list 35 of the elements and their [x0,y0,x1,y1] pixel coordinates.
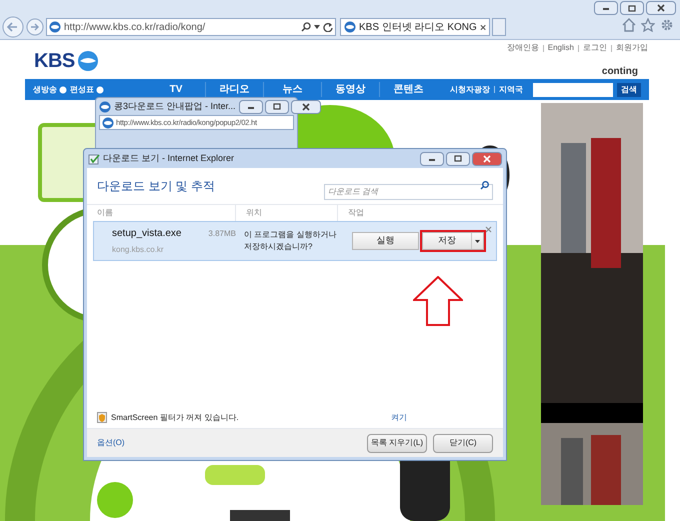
address-text: http://www.kbs.co.kr/radio/kong/ [64,20,206,34]
browser-tab[interactable]: KBS 인터넷 라디오 KONG [340,18,490,36]
caret-icon[interactable] [314,25,320,29]
site-icon [344,21,356,33]
maximize-button[interactable] [620,1,644,15]
globe-icon [76,50,99,72]
nav-link[interactable]: 지역국 [499,84,523,96]
header-link[interactable]: English [548,42,574,54]
nav-link[interactable]: TV [147,82,205,97]
nav-link[interactable]: 콘텐츠 [379,82,437,97]
header-link[interactable]: 장애인용 [506,42,539,54]
close-button[interactable] [646,1,676,15]
close-icon [657,4,665,12]
star-icon[interactable] [641,18,655,32]
maximize-icon [628,4,636,12]
minimize-icon [602,6,610,10]
dot-icon [96,86,104,94]
brand-text: conting [602,65,638,79]
header-link[interactable]: 로그인 [583,42,607,54]
nav-link[interactable]: 편성표 [70,84,94,96]
address-bar[interactable]: http://www.kbs.co.kr/radio/kong/ [46,18,336,36]
nav-link[interactable]: 시청자광장 [450,84,490,96]
nav-link[interactable]: 동영상 [321,82,379,97]
search-icon[interactable] [301,22,311,32]
close-icon[interactable] [480,24,486,30]
kbs-logo[interactable]: KBS [34,51,75,71]
dot-icon [59,86,67,94]
site-icon [49,21,61,33]
search-field[interactable] [533,82,613,96]
refresh-icon[interactable] [323,22,333,32]
nav-link[interactable]: 생방송 [33,84,57,96]
search-button[interactable]: 검색 [617,82,641,96]
tab-title: KBS 인터넷 라디오 KONG [359,20,477,34]
header-link[interactable]: 회원가입 [616,42,648,54]
minimize-button[interactable] [594,1,618,15]
